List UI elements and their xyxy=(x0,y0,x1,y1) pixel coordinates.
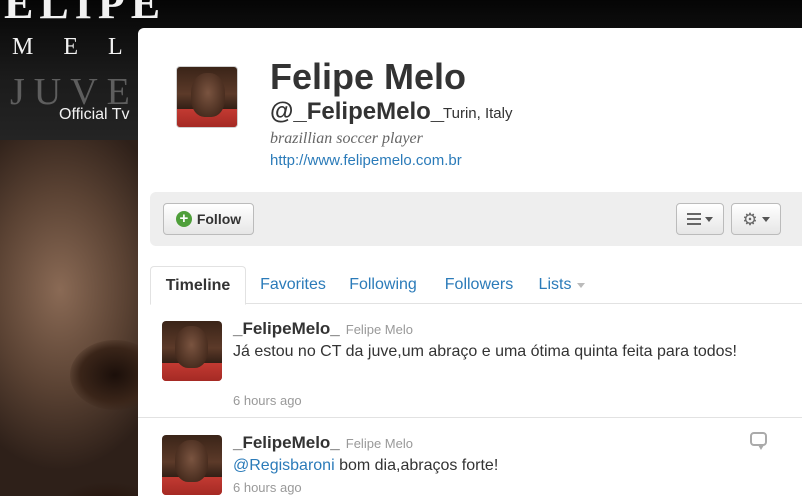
tab-label: Lists xyxy=(538,276,572,293)
tab-timeline[interactable]: Timeline xyxy=(150,266,246,305)
profile-url-link[interactable]: http://www.felipemelo.com.br xyxy=(270,152,462,169)
profile-handle: @_FelipeMelo_ xyxy=(270,98,445,125)
tweet-text-body: bom dia,abraços forte! xyxy=(334,457,499,474)
avatar-face xyxy=(175,326,208,368)
tab-label: Following xyxy=(349,276,417,293)
tweet-username[interactable]: _FelipeMelo_ xyxy=(233,319,340,338)
reply-icon[interactable] xyxy=(750,432,767,450)
tweet-text: @Regisbaroni bom dia,abraços forte! xyxy=(233,455,763,477)
tweet-header: _FelipeMelo_ Felipe Melo xyxy=(233,319,413,339)
background-text-line1: ELIPE xyxy=(4,0,167,28)
tweet-text: Já estou no CT da juve,um abraço e uma ó… xyxy=(233,343,737,360)
chevron-down-icon xyxy=(705,216,713,222)
list-menu-button[interactable] xyxy=(676,203,724,235)
tweet-timestamp[interactable]: 6 hours ago xyxy=(233,393,302,408)
follow-label: Follow xyxy=(196,211,242,227)
profile-tabs: Timeline Favorites Following Followers L… xyxy=(150,266,802,305)
avatar-face xyxy=(175,440,208,482)
tweet[interactable]: _FelipeMelo_ Felipe Melo @Regisbaroni bom… xyxy=(138,418,802,496)
tab-label: Favorites xyxy=(260,276,326,293)
profile-avatar[interactable] xyxy=(176,66,238,128)
tweet-fullname: Felipe Melo xyxy=(345,436,413,451)
profile-name: Felipe Melo xyxy=(270,56,467,97)
chevron-down-icon xyxy=(761,216,770,222)
tab-following[interactable]: Following xyxy=(349,266,417,304)
tweet-avatar[interactable] xyxy=(162,435,222,495)
tweet-header: _FelipeMelo_ Felipe Melo xyxy=(233,433,413,453)
profile-action-bar: + Follow ⚙ xyxy=(150,192,802,246)
list-icon xyxy=(687,213,701,225)
tweet-mention-link[interactable]: @Regisbaroni xyxy=(233,457,335,474)
tweet-avatar[interactable] xyxy=(162,321,222,381)
profile-location: Turin, Italy xyxy=(443,105,513,122)
profile-bio: brazillian soccer player xyxy=(270,130,423,147)
follow-button[interactable]: + Follow xyxy=(163,203,254,235)
tweet-username[interactable]: _FelipeMelo_ xyxy=(233,433,340,452)
tweet[interactable]: _FelipeMelo_ Felipe Melo Já estou no CT d… xyxy=(138,304,802,418)
settings-menu-button[interactable]: ⚙ xyxy=(731,203,781,235)
tweet-timestamp[interactable]: 6 hours ago xyxy=(233,480,302,495)
gear-icon: ⚙ xyxy=(742,209,758,229)
avatar-face xyxy=(191,73,225,117)
tab-label: Timeline xyxy=(165,276,231,294)
background-photo xyxy=(0,140,160,496)
tab-lists[interactable]: Lists xyxy=(538,266,586,304)
tweet-fullname: Felipe Melo xyxy=(345,322,413,337)
profile-panel: Felipe Melo @_FelipeMelo_ Turin, Italy b… xyxy=(138,28,802,496)
tab-favorites[interactable]: Favorites xyxy=(260,266,326,304)
tab-label: Followers xyxy=(444,276,514,293)
tab-followers[interactable]: Followers xyxy=(445,266,513,304)
plus-icon: + xyxy=(175,211,192,227)
background-text-line4: Official Tv xyxy=(59,106,130,123)
chevron-down-icon xyxy=(577,282,586,288)
